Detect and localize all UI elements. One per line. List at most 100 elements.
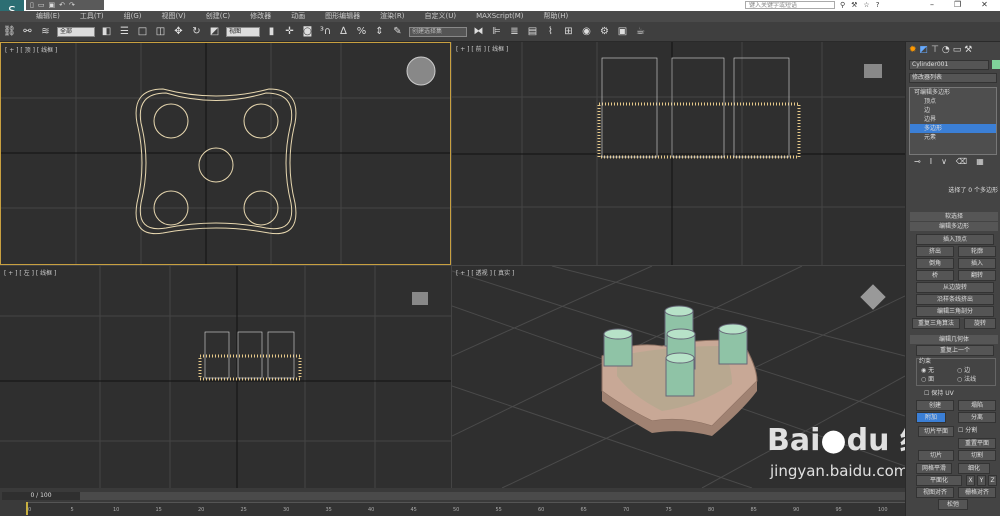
keyboard-shortcut-icon[interactable]: ◙: [301, 25, 314, 38]
inset-button[interactable]: 插入: [958, 258, 996, 269]
outline-button[interactable]: 轮廓: [958, 246, 996, 257]
viewport-perspective[interactable]: [ + ] [ 透视 ] [ 真实 ] Bai●du 经验 jingyan.ba…: [452, 266, 905, 488]
new-icon[interactable]: ▯: [30, 1, 34, 9]
help-icon[interactable]: ?: [876, 0, 880, 10]
graphite-icon[interactable]: ▤: [526, 25, 539, 38]
curve-editor-icon[interactable]: ⌇: [544, 25, 557, 38]
open-icon[interactable]: ▭: [38, 1, 45, 9]
rect-selection-icon[interactable]: □: [136, 25, 149, 38]
select-by-name-icon[interactable]: ☰: [118, 25, 131, 38]
viewport-top[interactable]: [ + ] [ 顶 ] [ 线框 ]: [0, 42, 451, 265]
display-tab-icon[interactable]: ▭: [953, 45, 962, 56]
bind-space-warp-icon[interactable]: ≋: [39, 25, 52, 38]
make-planar-button[interactable]: 平面化: [916, 475, 962, 486]
object-color-swatch[interactable]: [992, 60, 1000, 69]
time-slider[interactable]: 0 / 100: [2, 492, 80, 500]
create-tab-icon[interactable]: ✹: [909, 45, 917, 56]
scale-icon[interactable]: ◩: [208, 25, 221, 38]
layer-icon[interactable]: ≣: [508, 25, 521, 38]
planar-x-button[interactable]: X: [966, 475, 975, 486]
menu-graph-editors[interactable]: 图形编辑器: [315, 11, 370, 22]
render-frame-icon[interactable]: ▣: [616, 25, 629, 38]
cut-button[interactable]: 切割: [958, 450, 996, 461]
object-name-input[interactable]: Cylinder001: [909, 60, 989, 70]
search-input[interactable]: 键入关键字或短语: [745, 1, 835, 9]
time-slider-track[interactable]: [80, 492, 905, 500]
star-icon[interactable]: ☆: [863, 0, 869, 10]
hierarchy-tab-icon[interactable]: ⊤: [931, 45, 939, 56]
minimize-button[interactable]: –: [930, 0, 934, 10]
detach-button[interactable]: 分离: [958, 412, 996, 423]
stack-item[interactable]: 可编辑多边形: [910, 88, 996, 97]
edit-geometry-rollout[interactable]: 编辑几何体: [910, 335, 998, 344]
menu-tools[interactable]: 工具(T): [70, 11, 114, 22]
constraint-edge-radio[interactable]: ○ 边: [957, 367, 970, 375]
maximize-button[interactable]: ❐: [954, 0, 961, 10]
redo-icon[interactable]: ↷: [69, 1, 75, 9]
show-end-result-icon[interactable]: I: [930, 157, 932, 167]
soft-selection-rollout[interactable]: 软选择: [910, 212, 998, 221]
menu-group[interactable]: 组(G): [114, 11, 152, 22]
reset-plane-button[interactable]: 重置平面: [958, 438, 996, 449]
relax-button[interactable]: 松弛: [938, 499, 968, 510]
slice-plane-button[interactable]: 切片平面: [918, 426, 954, 437]
manipulate-icon[interactable]: ✛: [283, 25, 296, 38]
viewport-label[interactable]: [ + ] [ 透视 ] [ 真实 ]: [456, 268, 514, 277]
pivot-icon[interactable]: ▮: [265, 25, 278, 38]
material-editor-icon[interactable]: ◉: [580, 25, 593, 38]
planar-z-button[interactable]: Z: [988, 475, 997, 486]
mirror-icon[interactable]: ⧓: [472, 25, 485, 38]
flip-button[interactable]: 翻转: [958, 270, 996, 281]
constraint-normal-radio[interactable]: ○ 法线: [957, 376, 976, 384]
view-align-button[interactable]: 视图对齐: [916, 487, 954, 498]
meshsmooth-button[interactable]: 网格平滑: [916, 463, 952, 474]
angle-snap-icon[interactable]: ∆: [337, 25, 350, 38]
menu-views[interactable]: 视图(V): [152, 11, 196, 22]
binoculars-icon[interactable]: ⚲: [840, 0, 845, 10]
percent-snap-icon[interactable]: %: [355, 25, 368, 38]
edit-named-selection-icon[interactable]: ✎: [391, 25, 404, 38]
menu-modifiers[interactable]: 修改器: [240, 11, 281, 22]
snap-toggle-icon[interactable]: ³∩: [319, 25, 332, 38]
schematic-icon[interactable]: ⊞: [562, 25, 575, 38]
split-checkbox[interactable]: ☐ 分割: [958, 427, 977, 435]
menu-customize[interactable]: 自定义(U): [414, 11, 466, 22]
bridge-button[interactable]: 桥: [916, 270, 954, 281]
stack-item[interactable]: 元素: [910, 133, 996, 142]
tessellate-button[interactable]: 细化: [958, 463, 990, 474]
extrude-along-spline-button[interactable]: 沿样条线挤出: [916, 294, 994, 305]
undo-icon[interactable]: ↶: [59, 1, 65, 9]
make-unique-icon[interactable]: ∨: [941, 157, 947, 167]
viewport-label[interactable]: [ + ] [ 顶 ] [ 线框 ]: [5, 45, 57, 54]
menu-rendering[interactable]: 渲染(R): [370, 11, 414, 22]
render-setup-icon[interactable]: ⚙: [598, 25, 611, 38]
wrench-icon[interactable]: ⚒: [851, 0, 857, 10]
attach-button[interactable]: 附加: [916, 412, 946, 423]
align-icon[interactable]: ⊫: [490, 25, 503, 38]
unlink-icon[interactable]: ⚯: [21, 25, 34, 38]
menu-animation[interactable]: 动画: [281, 11, 315, 22]
modify-tab-icon[interactable]: ◩: [920, 45, 929, 56]
stack-item-selected[interactable]: 多边形: [910, 124, 996, 133]
pin-stack-icon[interactable]: ⊸: [914, 157, 921, 167]
configure-sets-icon[interactable]: ▦: [976, 157, 984, 167]
rotate-icon[interactable]: ↻: [190, 25, 203, 38]
menu-edit[interactable]: 编辑(E): [26, 11, 70, 22]
track-bar[interactable]: 0 5 10 15 20 25 30 35 40 45 50 55 60 65 70 75 80 85 90 95 10…: [28, 502, 905, 516]
create-button[interactable]: 创建: [916, 400, 954, 411]
link-icon[interactable]: ⛓: [3, 25, 16, 38]
planar-y-button[interactable]: Y: [977, 475, 986, 486]
quickslice-button[interactable]: 切片: [918, 450, 954, 461]
collapse-button[interactable]: 塌陷: [958, 400, 996, 411]
selection-filter-dropdown[interactable]: 全部: [57, 26, 95, 37]
repeat-last-button[interactable]: 重复上一个: [916, 345, 994, 356]
retriangulate-button[interactable]: 重复三角算法: [912, 318, 960, 329]
render-teapot-icon[interactable]: ☕: [634, 25, 647, 38]
bevel-button[interactable]: 倒角: [916, 258, 954, 269]
stack-item[interactable]: 边界: [910, 115, 996, 124]
menu-maxscript[interactable]: MAXScript(M): [466, 11, 533, 22]
infocenter-icons[interactable]: ⚲ ⚒ ☆?: [840, 0, 879, 10]
reference-coord-dropdown[interactable]: 视图: [226, 26, 260, 37]
window-crossing-icon[interactable]: ◫: [154, 25, 167, 38]
stack-item[interactable]: 顶点: [910, 97, 996, 106]
